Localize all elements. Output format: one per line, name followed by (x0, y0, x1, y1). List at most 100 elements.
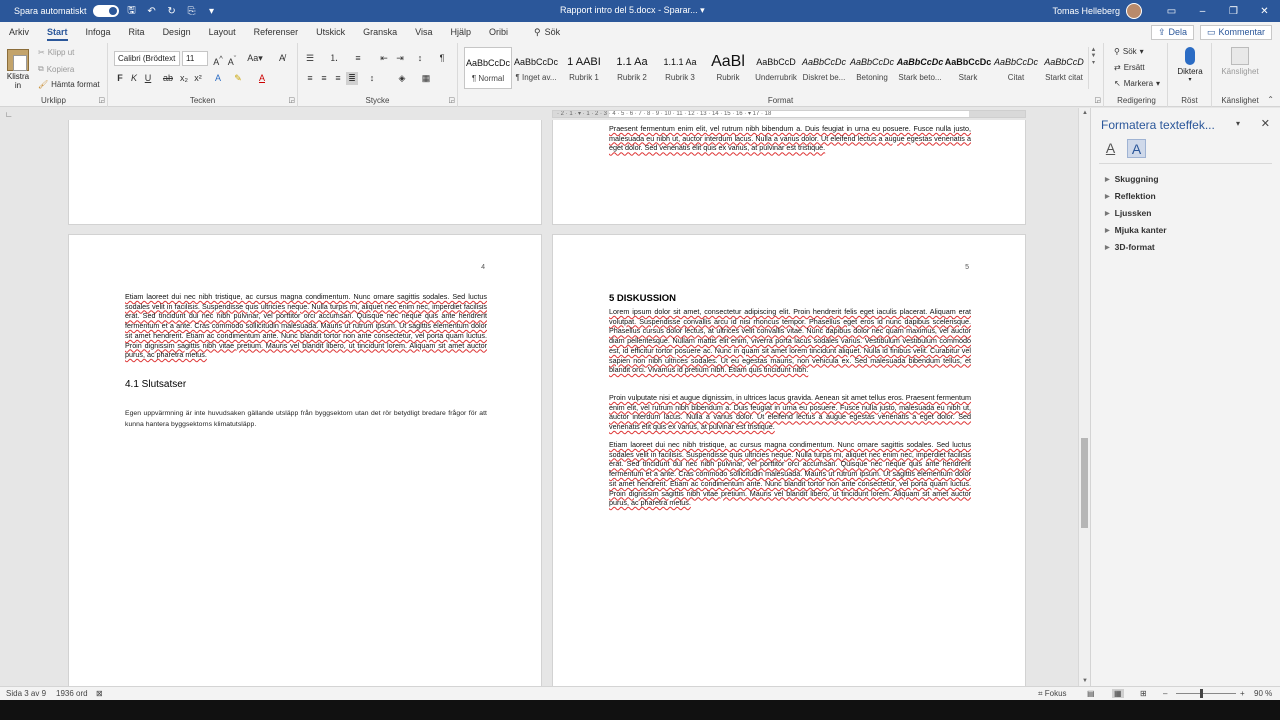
web-layout-icon[interactable]: ⊞ (1140, 689, 1147, 698)
tab-referenser[interactable]: Referenser (245, 22, 308, 43)
highlight-icon[interactable]: ✎ (232, 72, 244, 85)
shading-icon[interactable]: ◈ (396, 72, 408, 85)
zoom-slider[interactable] (1176, 693, 1236, 694)
find-button[interactable]: ⚲ Sök ▾ (1114, 47, 1144, 56)
superscript-icon[interactable]: x² (192, 72, 204, 85)
strikethrough-icon[interactable]: ab (162, 72, 174, 85)
italic-icon[interactable]: K (128, 72, 140, 85)
restore-icon[interactable]: ❐ (1218, 0, 1249, 22)
tab-start[interactable]: Start (38, 22, 77, 43)
sensitivity-button[interactable]: Känslighet (1216, 47, 1264, 76)
customize-icon[interactable]: ▾ (205, 4, 219, 18)
font-color-icon[interactable]: A (256, 72, 268, 85)
repeat-icon[interactable]: ⎘ (185, 4, 199, 18)
page-3-left[interactable] (68, 120, 542, 225)
zoom-slider-thumb[interactable] (1200, 689, 1203, 698)
tab-granska[interactable]: Granska (354, 22, 406, 43)
decrease-indent-icon[interactable]: ⇤ (378, 52, 390, 65)
paragraph[interactable]: Etiam laoreet dui nec nibh tristique, ac… (609, 440, 971, 508)
redo-icon[interactable]: ↻ (165, 4, 179, 18)
align-left-icon[interactable]: ≡ (304, 72, 316, 85)
text-fill-outline-tab-icon[interactable]: A (1101, 139, 1120, 158)
paragraph[interactable]: Etiam laoreet dui nec nibh tristique, ac… (125, 292, 487, 360)
align-center-icon[interactable]: ≡ (318, 72, 330, 85)
dialog-launcher-icon[interactable]: ◲ (1094, 96, 1101, 104)
font-name-select[interactable]: Calibri (Brödtext (114, 51, 180, 66)
horizontal-ruler[interactable]: · 2 · 1 · ▾ · 1 · 2 · 3 · 4 · 5 · 6 · 7 … (552, 110, 1026, 118)
section-glow[interactable]: ▶ Ljussken (1105, 208, 1151, 218)
paragraph[interactable]: Proin vulputate nisi et augue dignissim,… (609, 393, 971, 432)
shrink-font-icon[interactable]: Aˇ (226, 52, 238, 67)
ribbon-display-icon[interactable]: ▭ (1156, 0, 1187, 22)
search-box[interactable]: ⚲ Sök (525, 22, 569, 43)
dialog-launcher-icon[interactable]: ◲ (98, 96, 105, 104)
line-spacing-icon[interactable]: ↕ (366, 72, 378, 85)
grow-font-icon[interactable]: A^ (212, 52, 224, 67)
zoom-level[interactable]: 90 % (1254, 689, 1272, 698)
user-name[interactable]: Tomas Helleberg (1052, 6, 1120, 16)
format-painter-button[interactable]: 🖌 Hämta format (38, 80, 100, 89)
tab-visa[interactable]: Visa (406, 22, 441, 43)
print-layout-icon[interactable]: ▦ (1112, 689, 1124, 698)
increase-indent-icon[interactable]: ⇥ (394, 52, 406, 65)
heading-4-1[interactable]: 4.1 Slutsatser (125, 379, 186, 390)
bold-icon[interactable]: F (114, 72, 126, 85)
tab-arkiv[interactable]: Arkiv (0, 22, 38, 43)
autosave-toggle[interactable] (92, 5, 119, 17)
vertical-scrollbar[interactable]: ▲ ▼ (1078, 108, 1090, 686)
subscript-icon[interactable]: x₂ (178, 72, 190, 85)
tab-selector-icon[interactable]: ∟ (5, 110, 13, 119)
section-3d-format[interactable]: ▶ 3D-format (1105, 242, 1155, 252)
heading-5[interactable]: 5 DISKUSSION (609, 293, 676, 304)
proofing-icon[interactable]: ⊠ (96, 689, 103, 698)
collapse-ribbon-icon[interactable]: ⌃ (1267, 95, 1274, 104)
dialog-launcher-icon[interactable]: ◲ (448, 96, 455, 104)
tab-hjalp[interactable]: Hjälp (442, 22, 481, 43)
paragraph[interactable]: Praesent fermentum enim elit, vel rutrum… (609, 124, 971, 153)
section-shadow[interactable]: ▶ Skuggning (1105, 174, 1159, 184)
close-icon[interactable]: ✕ (1261, 117, 1270, 130)
section-reflection[interactable]: ▶ Reflektion (1105, 191, 1156, 201)
align-right-icon[interactable]: ≡ (332, 72, 344, 85)
paragraph[interactable]: Lorem ipsum dolor sit amet, consectetur … (609, 307, 971, 375)
copy-button[interactable]: ⧉ Kopiera (38, 64, 74, 74)
tab-rita[interactable]: Rita (120, 22, 154, 43)
focus-button[interactable]: ⌗ Fokus (1038, 689, 1067, 699)
tab-utskick[interactable]: Utskick (307, 22, 354, 43)
select-button[interactable]: ↖ Markera ▾ (1114, 79, 1160, 88)
page-5[interactable]: 5 5 DISKUSSION Lorem ipsum dolor sit ame… (552, 234, 1026, 686)
comments-button[interactable]: ▭ Kommentar (1199, 25, 1272, 40)
font-size-select[interactable]: 11 (182, 51, 208, 66)
bullets-icon[interactable]: ☰ (304, 52, 316, 65)
dialog-launcher-icon[interactable]: ◲ (288, 96, 295, 104)
minimize-icon[interactable]: – (1187, 0, 1218, 22)
undo-icon[interactable]: ↶ (145, 4, 159, 18)
avatar[interactable] (1126, 3, 1142, 19)
multilevel-list-icon[interactable]: ≡ (352, 52, 364, 65)
cut-button[interactable]: ✂ Klipp ut (38, 48, 74, 57)
paste-button[interactable]: Klistra in (4, 47, 32, 90)
page-count[interactable]: Sida 3 av 9 (6, 689, 46, 698)
clear-formatting-icon[interactable]: A̸ (276, 52, 288, 65)
show-formatting-icon[interactable]: ¶ (436, 52, 448, 65)
document-title[interactable]: Rapport intro del 5.docx - Sparar... ▾ (560, 5, 705, 16)
zoom-in-icon[interactable]: + (1240, 689, 1245, 698)
scrollbar-thumb[interactable] (1081, 438, 1088, 528)
page-4[interactable]: 4 Etiam laoreet dui nec nibh tristique, … (68, 234, 542, 686)
numbering-icon[interactable]: ⒈ (328, 52, 340, 65)
tab-oribi[interactable]: Oribi (480, 22, 517, 43)
read-mode-icon[interactable]: ▤ (1087, 689, 1095, 698)
underline-icon[interactable]: U (142, 72, 154, 85)
share-button[interactable]: ⇪ Dela (1150, 25, 1194, 40)
paragraph[interactable]: Egen uppvärmning är inte huvudsaken gäll… (125, 408, 487, 430)
change-case-icon[interactable]: Aa▾ (246, 52, 264, 65)
replace-button[interactable]: ⇄ Ersätt (1114, 63, 1145, 72)
document-canvas[interactable]: Praesent fermentum enim elit, vel rutrum… (0, 120, 1078, 686)
dictate-button[interactable]: Diktera ▾ (1174, 47, 1206, 83)
tab-infoga[interactable]: Infoga (77, 22, 120, 43)
close-icon[interactable]: ✕ (1249, 0, 1280, 22)
sort-icon[interactable]: ↕ (414, 52, 426, 65)
pane-options-icon[interactable]: ▾ (1236, 119, 1240, 128)
page-3-right[interactable]: Praesent fermentum enim elit, vel rutrum… (552, 120, 1026, 225)
borders-icon[interactable]: ▦ (420, 72, 432, 85)
